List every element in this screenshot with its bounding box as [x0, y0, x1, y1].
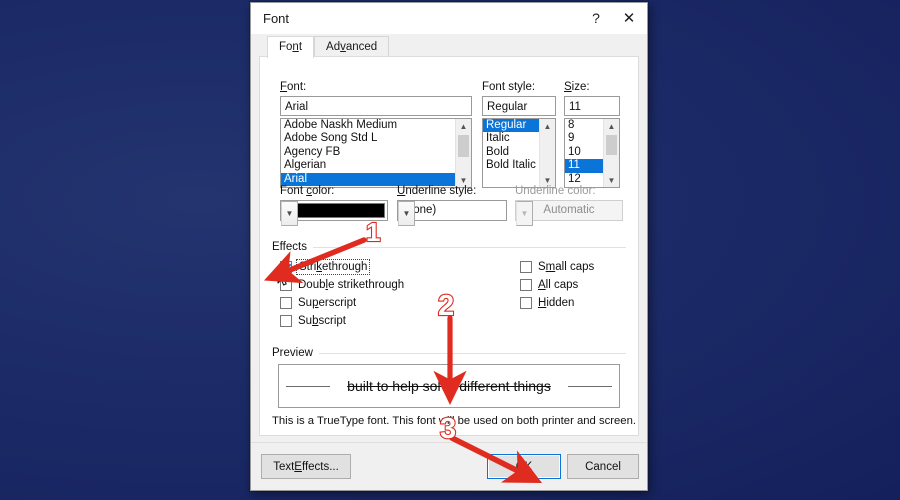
font-color-picker[interactable]: ▼ — [280, 200, 388, 226]
checkbox-icon — [280, 315, 292, 327]
desktop-background: Font ? ✕ Font Advanced Font: Arial Adobe… — [0, 0, 900, 500]
list-item-selected[interactable]: Arial — [281, 172, 455, 186]
hidden-checkbox[interactable]: Hidden — [520, 294, 594, 312]
underline-color-dropdown: Automatic ▼ — [515, 200, 623, 226]
effects-group: Effects Strikethrough Double strikethrou… — [272, 241, 626, 338]
underline-style-field: Underline style: (none) ▼ — [397, 185, 507, 226]
font-color-label: Font color: — [280, 185, 335, 197]
font-style-list: Regular Italic Bold Bold Italic — [483, 119, 539, 187]
help-icon[interactable]: ? — [581, 3, 611, 33]
font-style-label: Font style: — [482, 81, 536, 93]
small-caps-label: Small caps — [538, 261, 595, 273]
font-family-list: Adobe Naskh Medium Adobe Song Std L Agen… — [281, 119, 455, 187]
checkbox-icon — [280, 279, 292, 291]
subscript-checkbox[interactable]: Subscript — [280, 312, 404, 330]
list-item[interactable]: 10 — [565, 146, 603, 159]
tab-advanced[interactable]: Advanced — [314, 36, 390, 58]
list-item[interactable]: 9 — [565, 132, 603, 145]
underline-color-label: Underline color: — [515, 185, 596, 197]
font-size-list: 8 9 10 11 12 — [565, 119, 603, 187]
list-item[interactable]: Agency FB — [281, 146, 455, 159]
superscript-label: Superscript — [298, 297, 357, 309]
double-strikethrough-label: Double strikethrough — [298, 279, 405, 291]
preview-group: Preview built to help solve different th… — [272, 347, 636, 434]
font-color-field: Font color: ▼ — [280, 185, 388, 226]
checkbox-icon — [520, 279, 532, 291]
dialog-title: Font — [263, 10, 290, 26]
scroll-up-icon[interactable]: ▲ — [604, 119, 619, 133]
scrollbar-thumb[interactable] — [458, 135, 469, 157]
list-item[interactable]: Adobe Song Std L — [281, 132, 455, 145]
checkbox-checked-icon — [280, 261, 292, 273]
effects-right-column: Small caps All caps Hidden — [520, 258, 594, 312]
close-icon[interactable]: ✕ — [611, 3, 647, 33]
font-style-listbox[interactable]: Regular Italic Bold Bold Italic ▲ ▼ — [482, 118, 556, 188]
font-style-scrollbar[interactable]: ▲ ▼ — [539, 119, 555, 187]
font-dialog: Font ? ✕ Font Advanced Font: Arial Adobe… — [250, 2, 648, 491]
checkbox-icon — [520, 297, 532, 309]
cancel-button[interactable]: Cancel — [567, 454, 639, 479]
font-family-listbox[interactable]: Adobe Naskh Medium Adobe Song Std L Agen… — [280, 118, 472, 188]
scroll-up-icon[interactable]: ▲ — [456, 119, 471, 133]
font-tab-panel: Font: Arial Adobe Naskh Medium Adobe Son… — [259, 56, 639, 436]
font-size-label: Size: — [564, 81, 590, 93]
superscript-checkbox[interactable]: Superscript — [280, 294, 404, 312]
title-bar: Font ? ✕ — [251, 3, 647, 34]
checkbox-icon — [520, 261, 532, 273]
list-item-selected[interactable]: 11 — [565, 159, 603, 173]
chevron-down-icon[interactable]: ▼ — [281, 201, 298, 226]
scroll-up-icon[interactable]: ▲ — [540, 119, 555, 133]
list-item[interactable]: Adobe Naskh Medium — [281, 119, 455, 132]
scrollbar-thumb[interactable] — [606, 135, 617, 155]
all-caps-checkbox[interactable]: All caps — [520, 276, 594, 294]
font-family-input[interactable]: Arial — [280, 96, 472, 116]
all-caps-label: All caps — [538, 279, 579, 291]
tab-strip: Font Advanced — [251, 34, 647, 58]
checkbox-icon — [280, 297, 292, 309]
font-size-input[interactable]: 11 — [564, 96, 620, 116]
preview-rule-left — [286, 386, 330, 387]
font-family-label: Font: — [280, 81, 307, 93]
font-info-text: This is a TrueType font. This font will … — [272, 415, 636, 427]
underline-style-dropdown[interactable]: (none) ▼ — [397, 200, 507, 226]
effects-group-label: Effects — [272, 241, 313, 253]
list-item[interactable]: Italic — [483, 132, 539, 145]
effects-left-column: Strikethrough Double strikethrough Super… — [280, 258, 404, 330]
chevron-down-icon: ▼ — [516, 201, 533, 226]
font-size-listbox[interactable]: 8 9 10 11 12 ▲ ▼ — [564, 118, 620, 188]
dialog-footer: Text Effects... OK Cancel — [251, 442, 647, 490]
title-bar-buttons: ? ✕ — [581, 3, 647, 33]
font-color-swatch — [283, 203, 385, 218]
font-size-field: Size: 11 8 9 10 11 12 ▲ ▼ — [564, 81, 620, 188]
strikethrough-label: Strikethrough — [295, 259, 371, 275]
double-strikethrough-checkbox[interactable]: Double strikethrough — [280, 276, 404, 294]
preview-group-label: Preview — [272, 347, 319, 359]
underline-style-label: Underline style: — [397, 185, 477, 197]
font-style-field: Font style: Regular Regular Italic Bold … — [482, 81, 556, 188]
list-item[interactable]: Bold Italic — [483, 159, 539, 172]
font-family-field: Font: Arial Adobe Naskh Medium Adobe Son… — [280, 81, 472, 188]
ok-button[interactable]: OK — [487, 454, 561, 479]
list-item[interactable]: Algerian — [281, 159, 455, 172]
hidden-label: Hidden — [538, 297, 575, 309]
preview-box: built to help solve different things — [278, 364, 620, 408]
tab-font[interactable]: Font — [267, 36, 315, 58]
list-item[interactable]: 12 — [565, 173, 603, 186]
font-size-scrollbar[interactable]: ▲ ▼ — [603, 119, 619, 187]
chevron-down-icon[interactable]: ▼ — [398, 201, 415, 226]
list-item[interactable]: Bold — [483, 146, 539, 159]
strikethrough-checkbox[interactable]: Strikethrough — [280, 258, 404, 276]
preview-sample-text: built to help solve different things — [347, 378, 551, 394]
font-style-input[interactable]: Regular — [482, 96, 556, 116]
text-effects-button[interactable]: Text Effects... — [261, 454, 351, 479]
list-item-selected[interactable]: Regular — [483, 119, 539, 133]
underline-color-field: Underline color: Automatic ▼ — [515, 185, 623, 226]
small-caps-checkbox[interactable]: Small caps — [520, 258, 594, 276]
subscript-label: Subscript — [298, 315, 346, 327]
preview-rule-right — [568, 386, 612, 387]
font-family-scrollbar[interactable]: ▲ ▼ — [455, 119, 471, 187]
list-item[interactable]: 8 — [565, 119, 603, 132]
